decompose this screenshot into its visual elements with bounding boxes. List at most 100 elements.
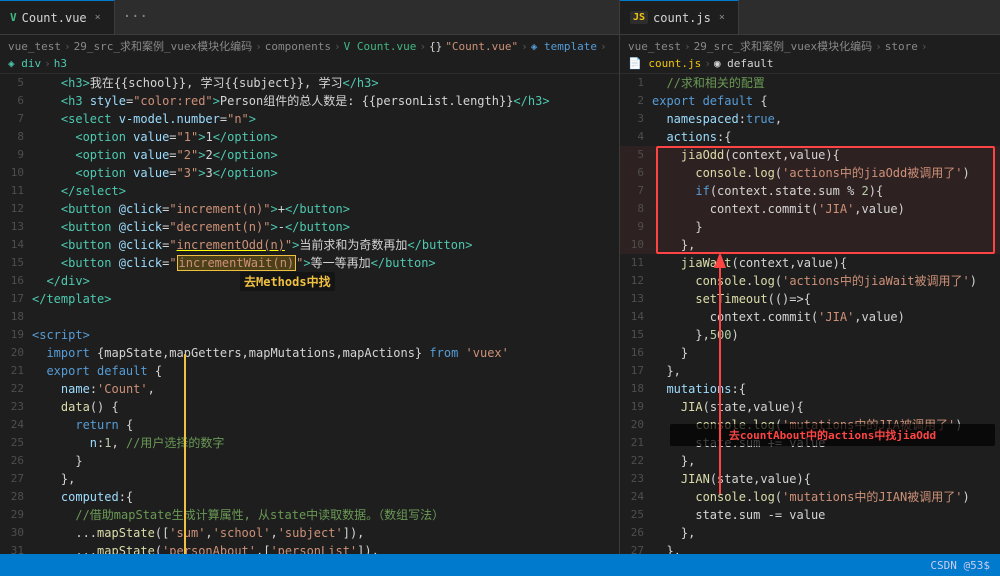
- code-line: 13 setTimeout(()=>{: [620, 290, 1000, 308]
- line-content: jiaWait(context,value){: [652, 254, 847, 272]
- line-content: },: [32, 470, 75, 488]
- tab-count-js[interactable]: JS count.js ×: [620, 0, 739, 34]
- line-number: 24: [620, 488, 652, 506]
- line-content: <h3>我在{{school}}, 学习{{subject}}, 学习</h3>: [32, 74, 379, 92]
- code-line: 15 },500): [620, 326, 1000, 344]
- line-number: 4: [620, 128, 652, 146]
- code-line: 23 JIAN(state,value){: [620, 470, 1000, 488]
- line-number: 12: [620, 272, 652, 290]
- line-number: 26: [0, 452, 32, 470]
- line-content: return {: [32, 416, 133, 434]
- left-code-panel[interactable]: 5 <h3>我在{{school}}, 学习{{subject}}, 学习</h…: [0, 74, 620, 554]
- code-line: 3 namespaced:true,: [620, 110, 1000, 128]
- editor-container: V Count.vue × ··· JS count.js × vue_test…: [0, 0, 1000, 576]
- line-content: import {mapState,mapGetters,mapMutations…: [32, 344, 509, 362]
- code-line: 24 console.log('mutations中的JIAN被调用了'): [620, 488, 1000, 506]
- line-content: JIA(state,value){: [652, 398, 804, 416]
- line-number: 21: [620, 434, 652, 452]
- code-line: 17 },: [620, 362, 1000, 380]
- line-number: 21: [0, 362, 32, 380]
- line-number: 14: [0, 236, 32, 254]
- line-content: state.sum -= value: [652, 506, 825, 524]
- right-tab-bar: JS count.js ×: [620, 0, 1000, 35]
- left-code-lines: 5 <h3>我在{{school}}, 学习{{subject}}, 学习</h…: [0, 74, 619, 554]
- line-number: 23: [0, 398, 32, 416]
- tab-count-vue-close[interactable]: ×: [92, 11, 104, 24]
- code-line: 13 <button @click="decrement(n)">-</butt…: [0, 218, 619, 236]
- line-number: 30: [0, 524, 32, 542]
- line-number: 7: [0, 110, 32, 128]
- line-content: },500): [652, 326, 739, 344]
- line-content: state.sum += value: [652, 434, 825, 452]
- code-line: 5 <h3>我在{{school}}, 学习{{subject}}, 学习</h…: [0, 74, 619, 92]
- line-content: console.log('mutations中的JIA被调用了'): [652, 416, 962, 434]
- line-content: actions:{: [652, 128, 731, 146]
- code-line: 8 <option value="1">1</option>: [0, 128, 619, 146]
- line-number: 25: [0, 434, 32, 452]
- code-line: 15 <button @click="incrementWait(n)">等一等…: [0, 254, 619, 272]
- line-number: 18: [0, 308, 32, 326]
- line-content: console.log('actions中的jiaWait被调用了'): [652, 272, 977, 290]
- status-bar: CSDN @53$: [0, 554, 1000, 576]
- tab-count-js-label: count.js: [653, 11, 711, 25]
- line-number: 13: [620, 290, 652, 308]
- code-line: 18: [0, 308, 619, 326]
- line-number: 31: [0, 542, 32, 554]
- code-line: 22 },: [620, 452, 1000, 470]
- code-line: 12 <button @click="increment(n)">+</butt…: [0, 200, 619, 218]
- code-line: 11 </select>: [0, 182, 619, 200]
- breadcrumbs-row: vue_test › 29_src_求和案例_vuex模块化编码 › compo…: [0, 35, 1000, 74]
- line-number: 8: [620, 200, 652, 218]
- code-line: 11 jiaWait(context,value){: [620, 254, 1000, 272]
- line-content: }: [32, 452, 83, 470]
- line-content: </select>: [32, 182, 126, 200]
- line-content: namespaced:true,: [652, 110, 782, 128]
- line-number: 15: [0, 254, 32, 272]
- js-icon: JS: [630, 11, 648, 24]
- line-content: export default {: [32, 362, 162, 380]
- code-line: 29 //借助mapState生成计算属性, 从state中读取数据。（数组写法…: [0, 506, 619, 524]
- tab-more-left[interactable]: ···: [115, 9, 156, 25]
- line-number: 19: [620, 398, 652, 416]
- line-content: <option value="1">1</option>: [32, 128, 278, 146]
- line-content: context.commit('JIA',value): [652, 200, 905, 218]
- code-panels: 5 <h3>我在{{school}}, 学习{{subject}}, 学习</h…: [0, 74, 1000, 554]
- code-line: 25 n:1, //用户选择的数字: [0, 434, 619, 452]
- code-line: 8 context.commit('JIA',value): [620, 200, 1000, 218]
- code-line: 27 },: [620, 542, 1000, 554]
- right-code-panel[interactable]: 1 //求和相关的配置 2 export default { 3 namespa…: [620, 74, 1000, 554]
- code-line: 20 import {mapState,mapGetters,mapMutati…: [0, 344, 619, 362]
- line-number: 6: [0, 92, 32, 110]
- code-line: 10 <option value="3">3</option>: [0, 164, 619, 182]
- line-number: 16: [0, 272, 32, 290]
- tab-count-vue-label: Count.vue: [22, 11, 87, 25]
- line-number: 19: [0, 326, 32, 344]
- line-content: <button @click="decrement(n)">-</button>: [32, 218, 350, 236]
- line-content: export default {: [652, 92, 768, 110]
- line-content: data() {: [32, 398, 119, 416]
- line-number: 23: [620, 470, 652, 488]
- right-breadcrumb: vue_test › 29_src_求和案例_vuex模块化编码 › store…: [620, 35, 1000, 74]
- line-content: JIAN(state,value){: [652, 470, 811, 488]
- code-line: 14 <button @click="incrementOdd(n)">当前求和…: [0, 236, 619, 254]
- tab-count-js-close[interactable]: ×: [716, 11, 728, 24]
- code-line: 18 mutations:{: [620, 380, 1000, 398]
- tab-count-vue[interactable]: V Count.vue ×: [0, 0, 115, 34]
- line-number: 10: [620, 236, 652, 254]
- line-number: 11: [620, 254, 652, 272]
- vue-icon: V: [10, 11, 17, 24]
- line-number: 18: [620, 380, 652, 398]
- line-number: 9: [620, 218, 652, 236]
- line-content: },: [652, 542, 681, 554]
- code-line: 1 //求和相关的配置: [620, 74, 1000, 92]
- line-content: setTimeout(()=>{: [652, 290, 811, 308]
- line-number: 6: [620, 164, 652, 182]
- left-breadcrumb: vue_test › 29_src_求和案例_vuex模块化编码 › compo…: [0, 35, 620, 74]
- code-line: 21 state.sum += value: [620, 434, 1000, 452]
- code-line: 16 </div>: [0, 272, 619, 290]
- right-code-lines: 1 //求和相关的配置 2 export default { 3 namespa…: [620, 74, 1000, 554]
- line-content: //借助mapState生成计算属性, 从state中读取数据。（数组写法）: [32, 506, 444, 524]
- line-content: name:'Count',: [32, 380, 155, 398]
- line-content: context.commit('JIA',value): [652, 308, 905, 326]
- line-number: 29: [0, 506, 32, 524]
